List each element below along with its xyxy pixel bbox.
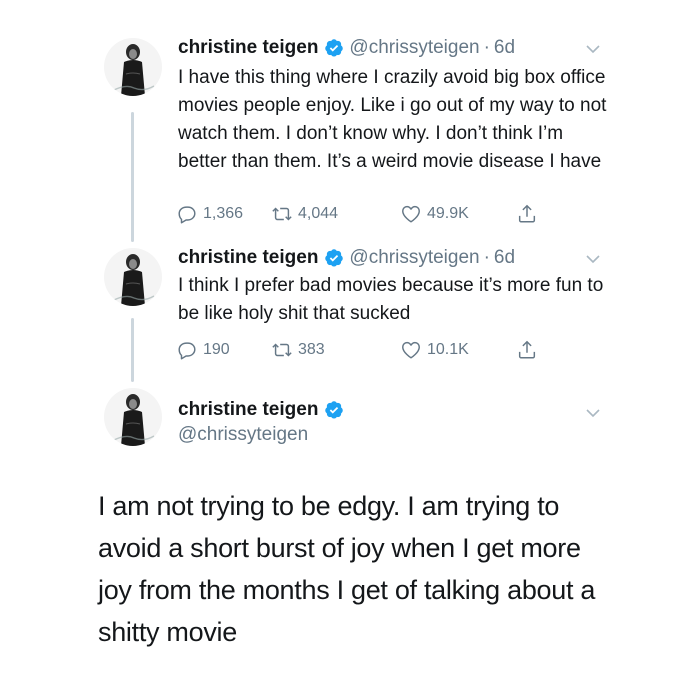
verified-badge-icon [324, 248, 344, 268]
thread-line-2 [131, 318, 134, 382]
like-count: 49.9K [427, 205, 469, 222]
tweet-actions: 190 383 10.1K [176, 339, 556, 363]
like-button[interactable]: 10.1K [400, 339, 469, 361]
reply-button[interactable]: 190 [176, 339, 230, 361]
share-button[interactable] [516, 203, 543, 225]
verified-badge-icon [324, 400, 344, 420]
reply-icon [178, 342, 196, 360]
display-name[interactable]: christine teigen [178, 36, 318, 60]
reply-button[interactable]: 1,366 [176, 203, 243, 225]
retweet-button[interactable]: 383 [271, 339, 325, 361]
thread-line-1 [131, 112, 134, 242]
separator-dot: · [483, 247, 490, 268]
user-handle[interactable]: @chrissyteigen [349, 246, 479, 270]
like-button[interactable]: 49.9K [400, 203, 469, 225]
tweet-header: christine teigen @chrissyteigen · 6d [178, 246, 515, 270]
timestamp[interactable]: 6d [494, 36, 515, 60]
retweet-count: 383 [298, 341, 325, 358]
display-name[interactable]: christine teigen [178, 398, 318, 422]
verified-badge-icon [324, 38, 344, 58]
retweet-icon [272, 207, 292, 221]
display-name[interactable]: christine teigen [178, 246, 318, 270]
avatar[interactable] [104, 248, 162, 306]
avatar[interactable] [104, 38, 162, 96]
reply-count: 1,366 [203, 205, 244, 222]
share-icon [518, 340, 536, 359]
focused-tweet-text: I am not trying to be edgy. I am trying … [98, 491, 596, 647]
tweet-header: christine teigen @chrissyteigen · 6d [178, 36, 515, 60]
user-handle[interactable]: @chrissyteigen [349, 36, 479, 60]
reply-icon [178, 206, 196, 224]
share-button[interactable] [516, 339, 543, 361]
avatar[interactable] [104, 388, 162, 446]
tweet-text: I think I prefer bad movies because it’s… [178, 275, 604, 324]
tweet-header: christine teigen [178, 398, 349, 422]
chevron-down-icon[interactable] [584, 40, 602, 58]
share-icon [518, 204, 536, 223]
timestamp[interactable]: 6d [494, 246, 515, 270]
reply-count: 190 [203, 341, 230, 358]
heart-icon [402, 341, 420, 359]
separator-dot: · [483, 37, 490, 58]
heart-icon [402, 205, 420, 223]
retweet-button[interactable]: 4,044 [271, 203, 338, 225]
chevron-down-icon[interactable] [584, 250, 602, 268]
user-handle[interactable]: @chrissyteigen [178, 424, 308, 446]
like-count: 10.1K [427, 341, 469, 358]
retweet-count: 4,044 [298, 205, 339, 222]
tweet-text: I have this thing where I crazily avoid … [178, 67, 607, 172]
tweet-actions: 1,366 4,044 49.9K [176, 203, 556, 227]
retweet-icon [272, 343, 292, 357]
chevron-down-icon[interactable] [584, 404, 602, 422]
